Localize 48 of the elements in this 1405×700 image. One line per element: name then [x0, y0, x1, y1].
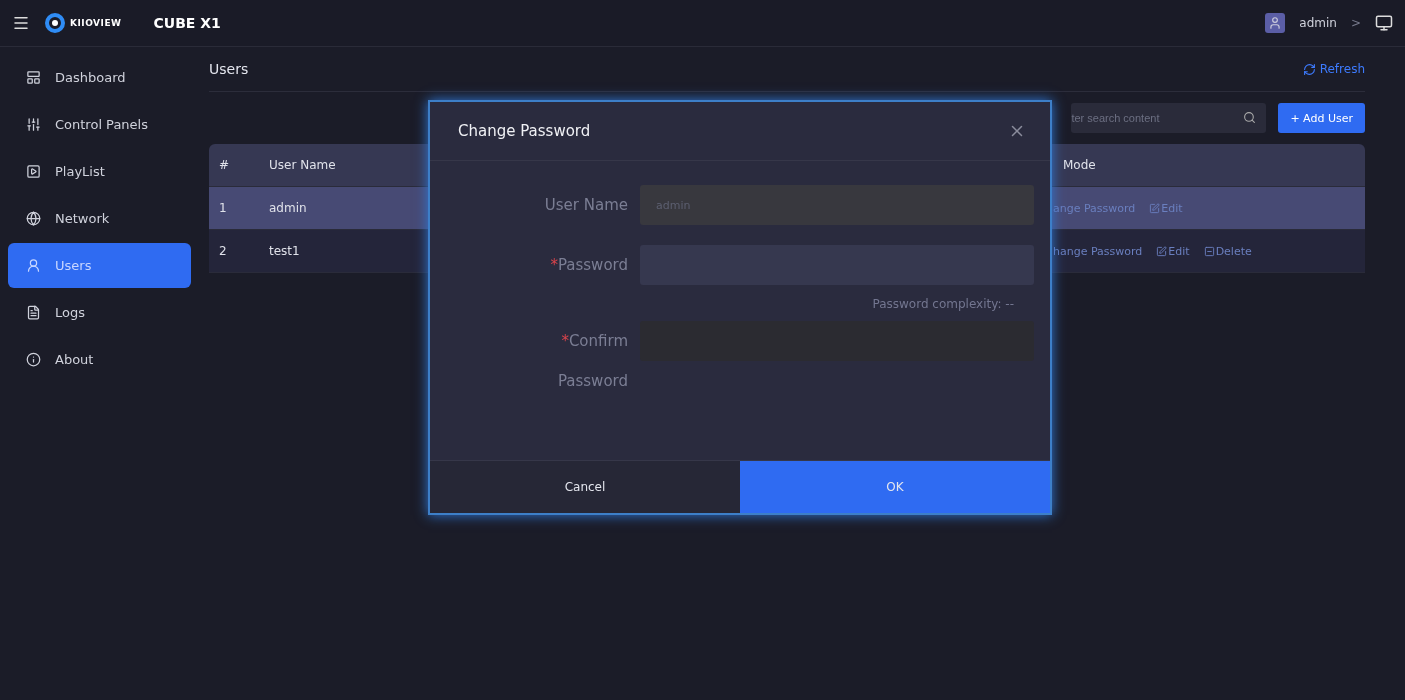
info-icon	[26, 352, 41, 367]
refresh-icon	[1302, 62, 1316, 76]
logo-icon	[44, 12, 66, 34]
play-icon	[26, 164, 41, 179]
sliders-icon	[26, 117, 41, 132]
chevron-text: >	[1350, 16, 1361, 30]
change-password-link[interactable]: hange Password	[1053, 244, 1143, 258]
delete-link[interactable]: Delete	[1203, 244, 1252, 258]
sidebar-item[interactable]: Users	[8, 243, 191, 288]
field-label: *Password	[549, 255, 628, 276]
field-label: User Name	[543, 195, 628, 216]
field-label: *Confirm Password	[556, 331, 628, 392]
table-cell-text: 1	[218, 201, 228, 215]
search-field[interactable]: ter search content	[1071, 103, 1267, 133]
complexity-text: Password complexity: --	[872, 297, 1015, 311]
globe-icon	[26, 211, 41, 226]
table-cell-text: test1	[268, 244, 301, 258]
add-user-button[interactable]: + Add User	[1278, 103, 1365, 133]
edit-icon	[1156, 245, 1168, 257]
table-cell-text: 2	[218, 244, 228, 258]
avatar-icon[interactable]	[1265, 13, 1286, 33]
column-header: Mode	[1062, 158, 1097, 172]
layout-icon	[26, 70, 41, 85]
menu-icon[interactable]	[12, 14, 30, 32]
user-icon	[26, 258, 41, 273]
page-title: Users	[209, 61, 249, 77]
sidebar-item[interactable]: Control Panels	[8, 102, 191, 147]
sidebar-item[interactable]: PlayList	[8, 149, 191, 194]
sidebar-item[interactable]: Network	[8, 196, 191, 241]
document-icon	[26, 305, 41, 320]
sidebar-item[interactable]: About	[8, 337, 191, 382]
refresh-link[interactable]: Refresh	[1302, 62, 1365, 76]
user-name[interactable]: admin	[1299, 16, 1337, 30]
edit-icon	[1149, 202, 1161, 214]
table-cell-text: admin	[268, 201, 308, 215]
cancel-button[interactable]: Cancel	[430, 461, 740, 513]
product-name: CUBE X1	[153, 15, 221, 31]
column-header: #	[218, 158, 231, 172]
dialog-title: Change Password	[458, 122, 591, 140]
sidebar-item[interactable]: Logs	[8, 290, 191, 335]
sidebar-item[interactable]: Dashboard	[8, 55, 191, 100]
screen-icon[interactable]	[1375, 14, 1393, 32]
delete-icon	[1203, 245, 1215, 257]
edit-link[interactable]: Edit	[1156, 244, 1190, 258]
logo-text: KIIOVIEW	[70, 18, 122, 28]
ok-button[interactable]: OK	[740, 461, 1050, 513]
search-icon[interactable]	[1243, 111, 1257, 124]
column-header: User Name	[268, 158, 337, 172]
